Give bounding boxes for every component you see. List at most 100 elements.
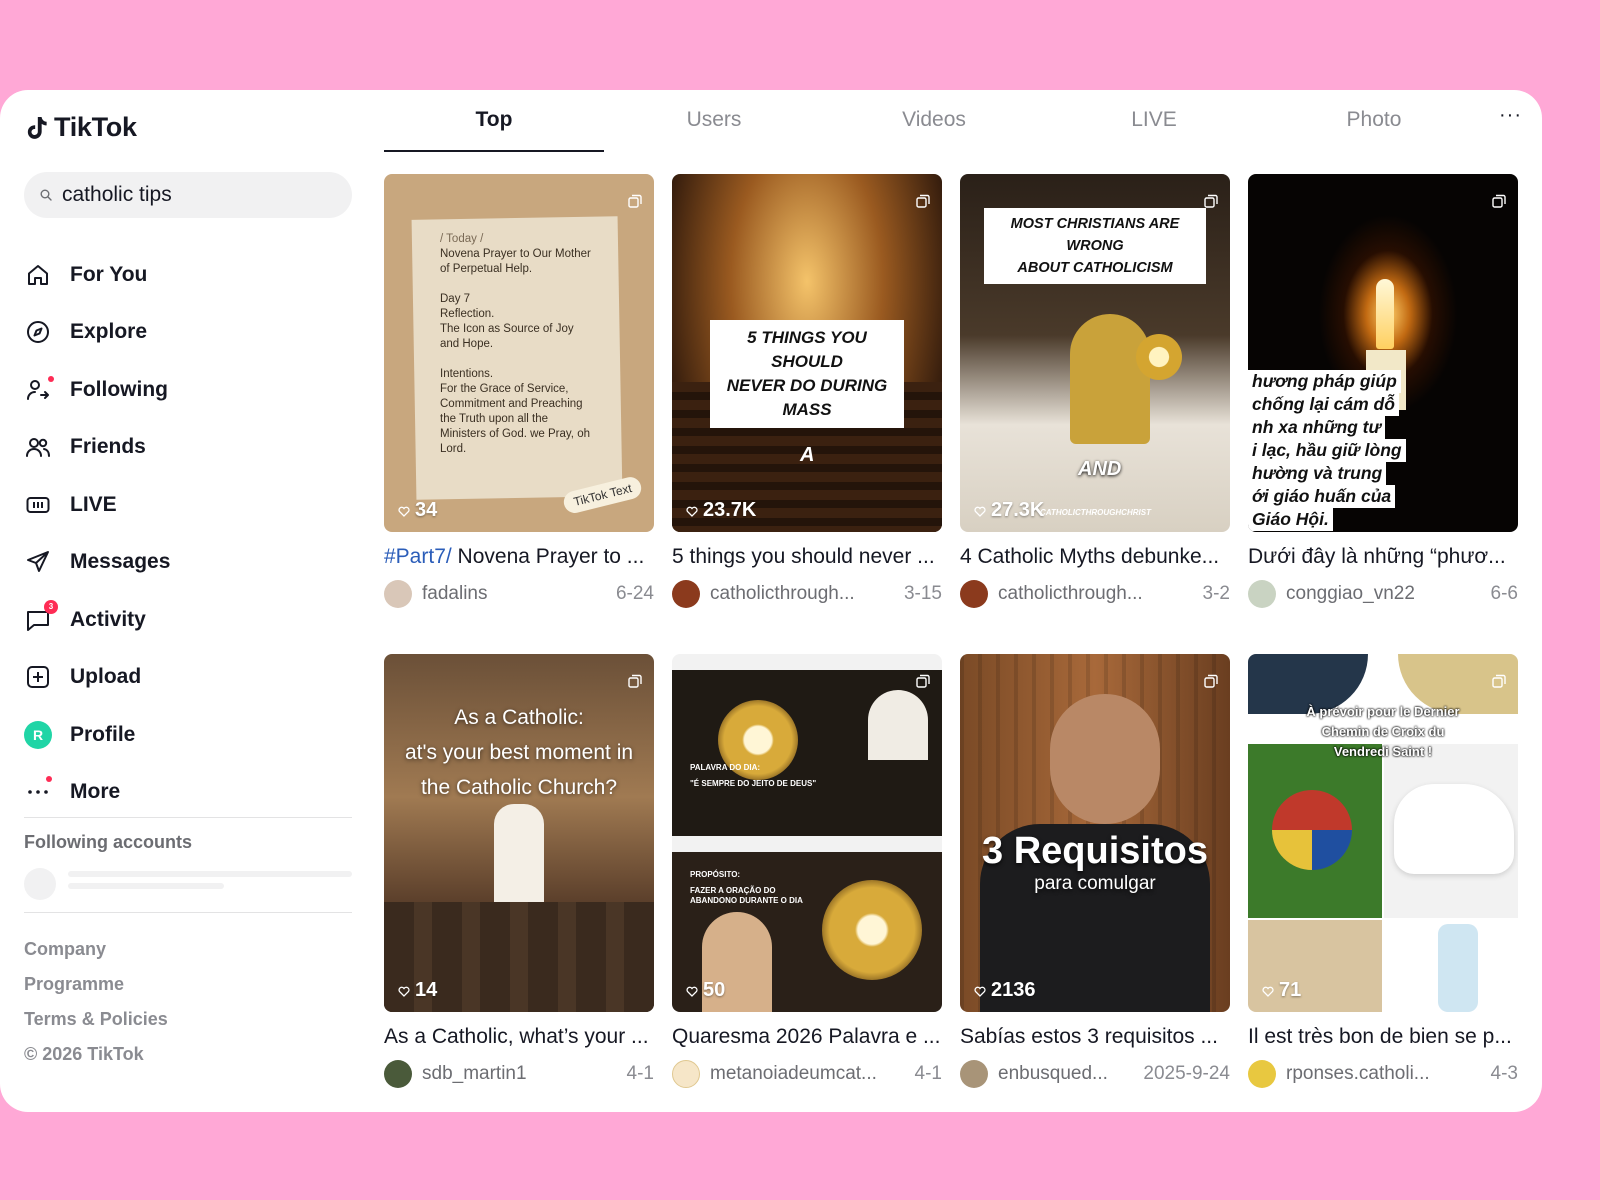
nav-upload[interactable]: Upload <box>24 649 170 707</box>
nav-activity[interactable]: 3 Activity <box>24 591 170 649</box>
nav-label: For You <box>70 262 148 286</box>
like-count: 34 <box>398 499 437 522</box>
avatar[interactable] <box>1248 580 1276 608</box>
app-window: TikTok For You Explore <box>0 90 1542 1112</box>
profile-icon-wrapper: R <box>24 720 52 749</box>
avatar[interactable] <box>960 580 988 608</box>
username[interactable]: sdb_martin1 <box>422 1063 627 1085</box>
footer-link-terms[interactable]: Terms & Policies <box>24 1002 168 1037</box>
like-count: 14 <box>398 979 437 1002</box>
following-accounts-title: Following accounts <box>24 832 193 852</box>
video-overlay-text: hương pháp giúp chống lại cám dỗ nh xa n… <box>1248 370 1406 531</box>
heart-icon <box>398 506 410 517</box>
tab-photo[interactable]: Photo <box>1264 108 1484 132</box>
nav-profile[interactable]: R Profile <box>24 706 170 764</box>
tabs-more-button[interactable]: ··· <box>1499 104 1522 127</box>
video-meta: sdb_martin1 4-1 <box>384 1060 654 1088</box>
plant-photo <box>1248 744 1382 918</box>
video-title[interactable]: Quaresma 2026 Palavra e ... <box>672 1024 942 1050</box>
username[interactable]: catholicthrough... <box>710 583 904 605</box>
username[interactable]: fadalins <box>422 583 616 605</box>
hashtag[interactable]: #Part7/ <box>384 545 452 568</box>
footer-link-programme[interactable]: Programme <box>24 967 168 1002</box>
priest-vestment <box>1070 314 1150 444</box>
multi-image-icon <box>1204 194 1218 208</box>
heart-icon <box>974 506 986 517</box>
video-thumbnail[interactable]: 5 THINGS YOU SHOULD NEVER DO DURING MASS … <box>672 174 942 532</box>
video-thumbnail[interactable]: As a Catholic: at's your best moment in … <box>384 654 654 1012</box>
nav-label: Messages <box>70 550 171 574</box>
face <box>1050 694 1160 824</box>
username[interactable]: rponses.catholi... <box>1286 1063 1491 1085</box>
avatar[interactable] <box>672 580 700 608</box>
nav-messages[interactable]: Messages <box>24 534 170 592</box>
avatar[interactable] <box>384 1060 412 1088</box>
post-date: 6-6 <box>1490 583 1518 604</box>
avatar[interactable] <box>384 580 412 608</box>
tab-live[interactable]: LIVE <box>1044 108 1264 132</box>
video-thumbnail[interactable]: PALAVRA DO DIA: "É SEMPRE DO JEITO DE DE… <box>672 654 942 1012</box>
nav-more[interactable]: More <box>24 764 170 822</box>
avatar[interactable] <box>1248 1060 1276 1088</box>
nun-figure <box>868 690 928 760</box>
video-card[interactable]: / Today / Novena Prayer to Our Mother of … <box>384 174 654 608</box>
video-title[interactable]: #Part7/ Novena Prayer to ... <box>384 544 654 570</box>
tab-videos[interactable]: Videos <box>824 108 1044 132</box>
username[interactable]: enbusqued... <box>998 1063 1143 1085</box>
nav-for-you[interactable]: For You <box>24 246 170 304</box>
video-title[interactable]: As a Catholic, what’s your ... <box>384 1024 654 1050</box>
search-bar[interactable] <box>24 172 352 218</box>
video-card[interactable]: PALAVRA DO DIA: "É SEMPRE DO JEITO DE DE… <box>672 654 942 1088</box>
nav-label: Friends <box>70 435 146 459</box>
video-card[interactable]: As a Catholic: at's your best moment in … <box>384 654 654 1088</box>
like-count: 23.7K <box>686 499 756 522</box>
video-thumbnail[interactable]: 3 Requisitos para comulgar 2136 <box>960 654 1230 1012</box>
copyright: © 2026 TikTok <box>24 1044 144 1064</box>
nav-live[interactable]: LIVE <box>24 476 170 534</box>
video-caption: A <box>800 444 815 466</box>
video-meta: catholicthrough... 3-15 <box>672 580 942 608</box>
nav-friends[interactable]: Friends <box>24 419 170 477</box>
video-card[interactable]: MOST CHRISTIANS ARE WRONG ABOUT CATHOLICI… <box>960 174 1230 608</box>
video-thumbnail[interactable]: / Today / Novena Prayer to Our Mother of … <box>384 174 654 532</box>
video-card[interactable]: 3 Requisitos para comulgar 2136 Sabías e… <box>960 654 1230 1088</box>
video-thumbnail[interactable]: MOST CHRISTIANS ARE WRONG ABOUT CATHOLICI… <box>960 174 1230 532</box>
tiktok-logo[interactable]: TikTok <box>26 112 137 143</box>
post-date: 2025-9-24 <box>1143 1063 1230 1084</box>
tab-top[interactable]: Top <box>384 108 604 132</box>
video-thumbnail[interactable]: hương pháp giúp chống lại cám dỗ nh xa n… <box>1248 174 1518 532</box>
video-title[interactable]: Dưới đây là những “phươ... <box>1248 544 1518 570</box>
multi-image-icon <box>1492 674 1506 688</box>
monstrance <box>822 880 922 980</box>
heart-icon <box>686 506 698 517</box>
video-card[interactable]: hương pháp giúp chống lại cám dỗ nh xa n… <box>1248 174 1518 608</box>
video-title[interactable]: Sabías estos 3 requisitos ... <box>960 1024 1230 1050</box>
video-title[interactable]: 5 things you should never ... <box>672 544 942 570</box>
footer-link-company[interactable]: Company <box>24 932 168 967</box>
skeleton-line <box>68 871 352 877</box>
username[interactable]: conggiao_vn22 <box>1286 583 1491 605</box>
like-count: 71 <box>1262 979 1301 1002</box>
video-thumbnail[interactable]: À prévoir pour le Dernier Chemin de Croi… <box>1248 654 1518 1012</box>
video-card[interactable]: 5 THINGS YOU SHOULD NEVER DO DURING MASS … <box>672 174 942 608</box>
video-title[interactable]: 4 Catholic Myths debunke... <box>960 544 1230 570</box>
user-follow-icon <box>24 375 54 404</box>
message-icon: 3 <box>24 599 58 634</box>
search-icon <box>40 189 52 201</box>
avatar[interactable] <box>672 1060 700 1088</box>
video-card[interactable]: À prévoir pour le Dernier Chemin de Croi… <box>1248 654 1518 1088</box>
username[interactable]: catholicthrough... <box>998 583 1203 605</box>
tab-users[interactable]: Users <box>604 108 824 132</box>
divider <box>24 912 352 913</box>
video-meta: conggiao_vn22 6-6 <box>1248 580 1518 608</box>
shoes-photo <box>1384 744 1518 918</box>
footer-links: Company Programme Terms & Policies © 202… <box>24 932 168 1072</box>
username[interactable]: metanoiadeumcat... <box>710 1063 915 1085</box>
upload-icon <box>24 663 52 691</box>
video-title[interactable]: Il est très bon de bien se p... <box>1248 1024 1518 1050</box>
avatar[interactable] <box>960 1060 988 1088</box>
nav-following[interactable]: Following <box>24 361 170 419</box>
search-input[interactable] <box>62 183 332 207</box>
search-tabs: Top Users Videos LIVE Photo ··· <box>384 90 1522 154</box>
nav-explore[interactable]: Explore <box>24 304 170 362</box>
